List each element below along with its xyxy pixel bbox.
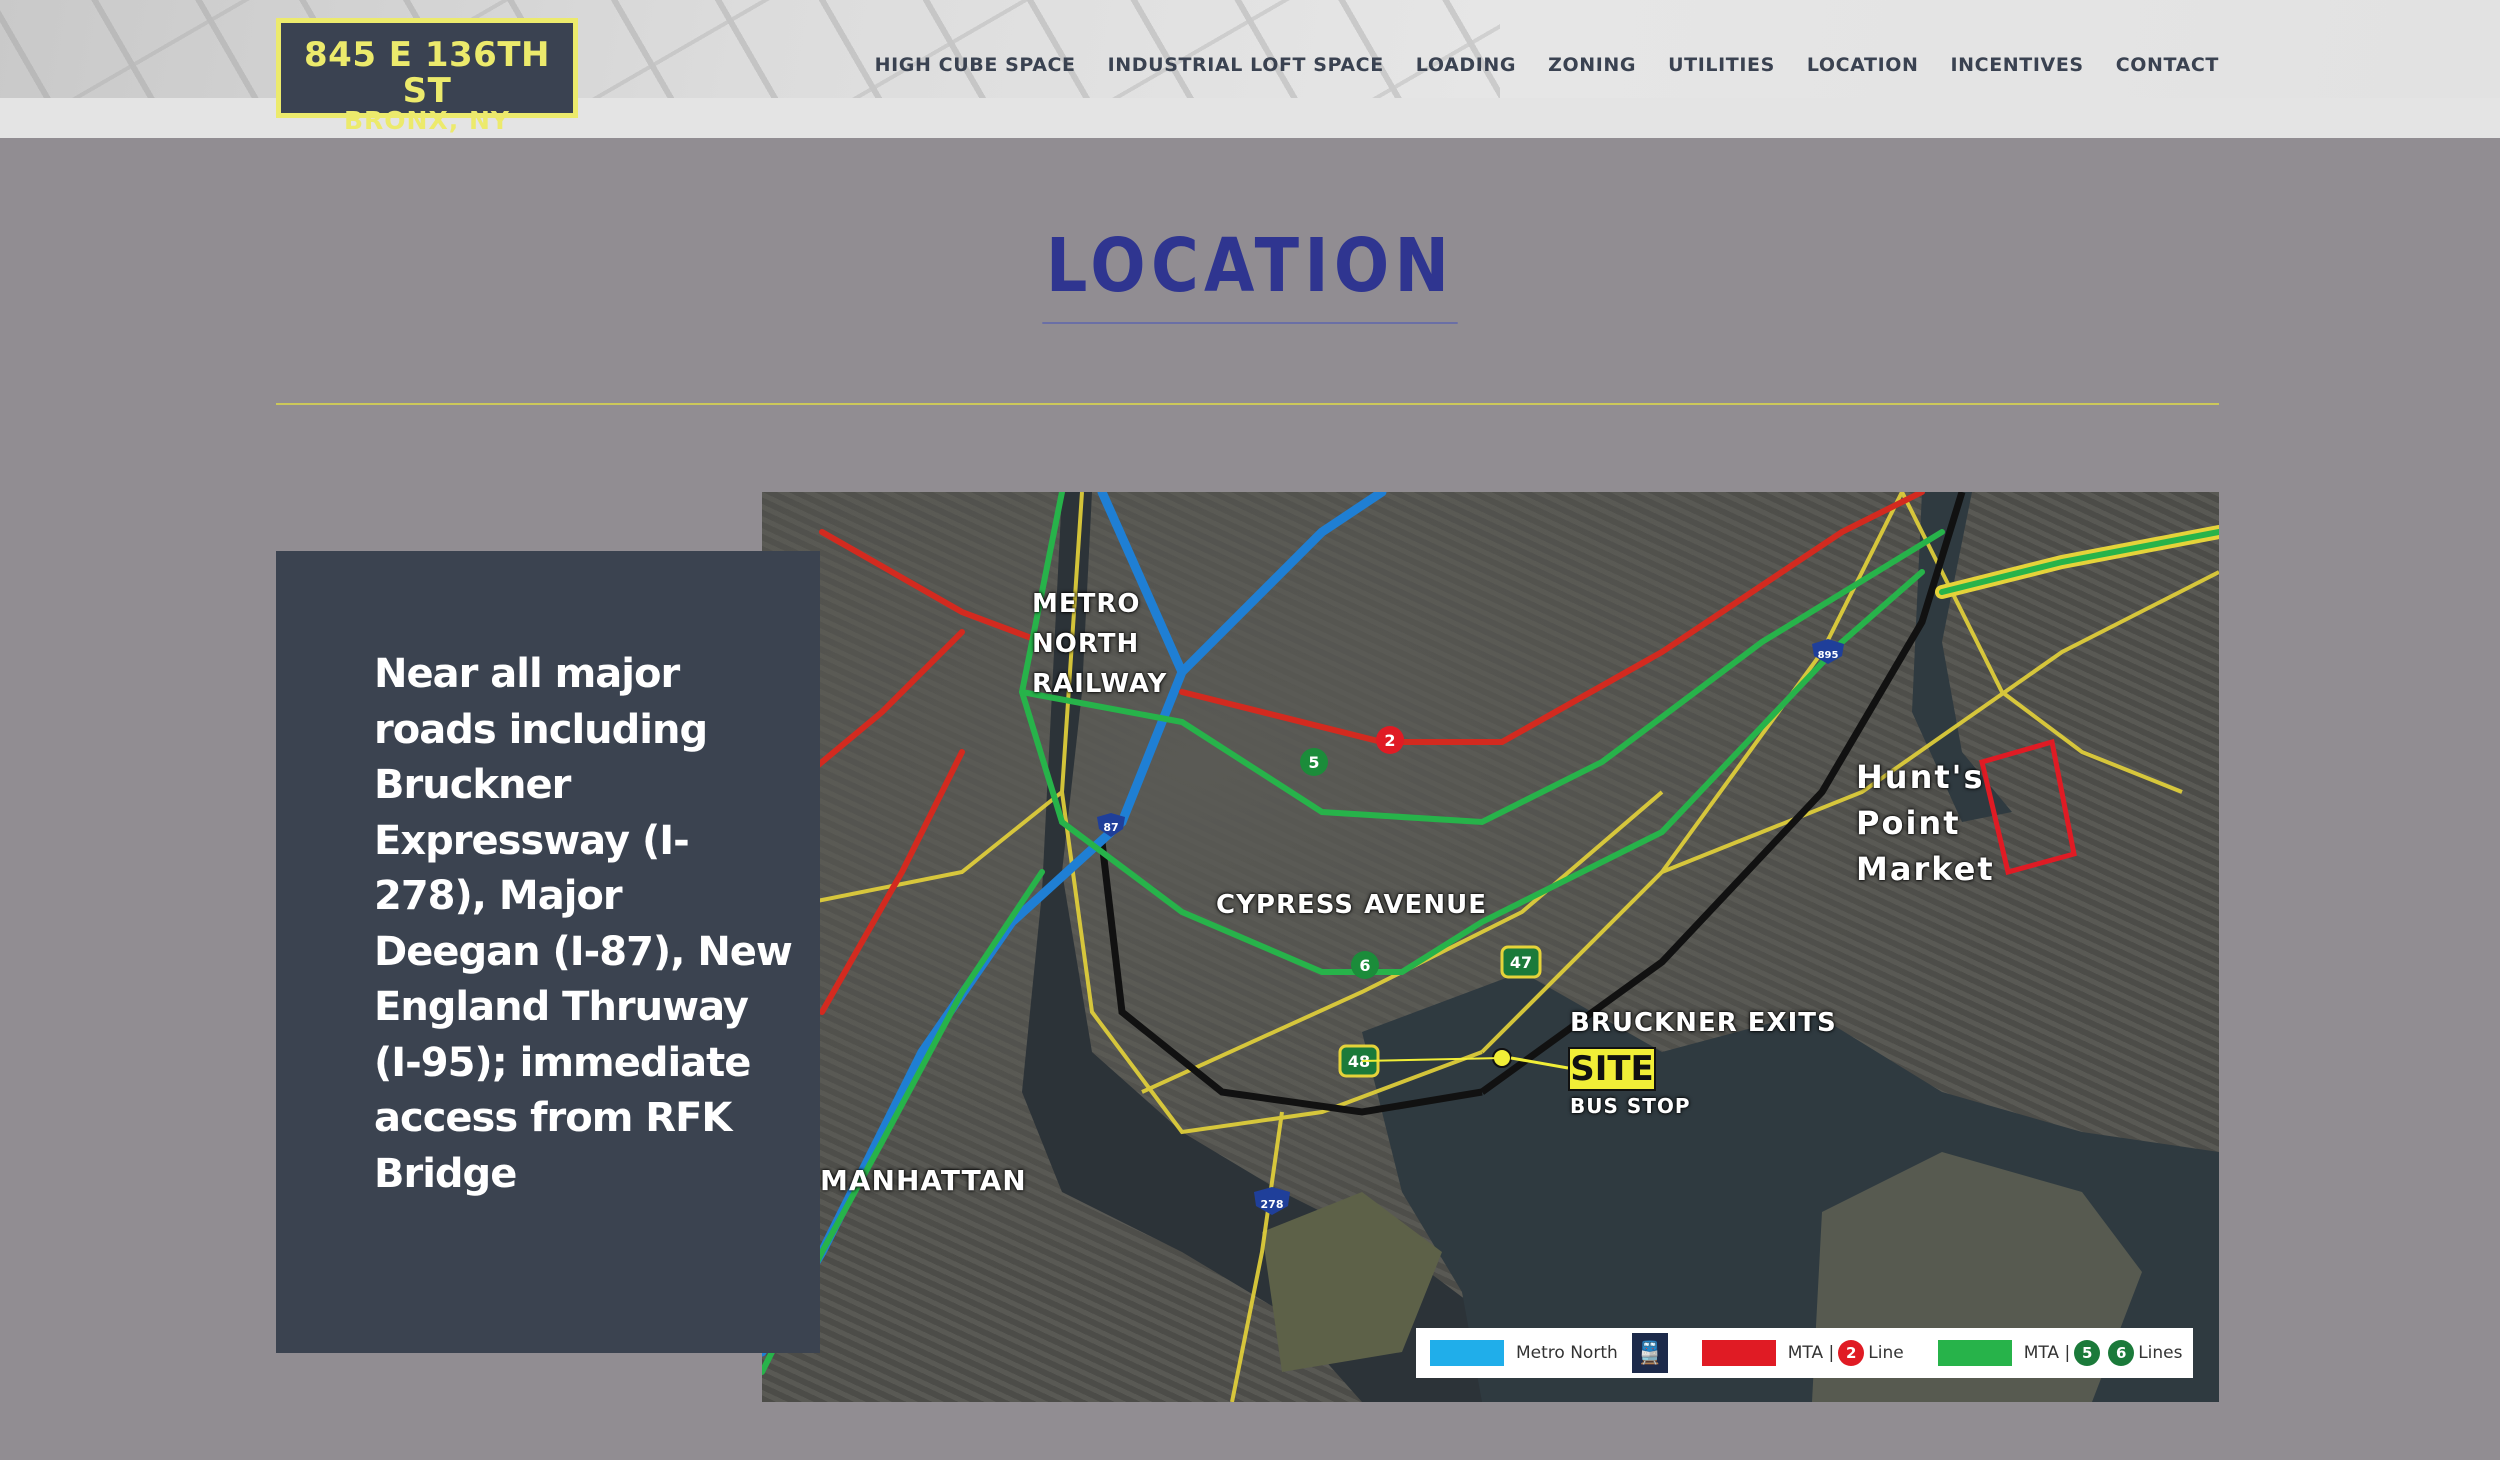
map-graphics: 2 5 6 47 48 87 278 895: [762, 492, 2219, 1402]
metro-north-swatch: [1430, 1340, 1504, 1366]
location-map: 2 5 6 47 48 87 278 895 METRO NORTH RAILW…: [762, 492, 2219, 1402]
nav-high-cube-space[interactable]: HIGH CUBE SPACE: [875, 54, 1076, 76]
nav-contact[interactable]: CONTACT: [2116, 54, 2219, 76]
mta-2-swatch: [1701, 1340, 1776, 1366]
i87-marker: 87: [1103, 821, 1118, 834]
train-icon: 🚆: [1631, 1333, 1668, 1373]
legend-mta-2: MTA | 2 Line: [1698, 1340, 1904, 1366]
legend-metro-north-label: Metro North: [1516, 1343, 1618, 1363]
map-label-manhattan: MANHATTAN: [820, 1164, 1027, 1197]
legend-mta56-prefix: MTA |: [2023, 1343, 2071, 1363]
exit-47-marker: 47: [1510, 953, 1532, 972]
nav-utilities[interactable]: UTILITIES: [1668, 54, 1775, 76]
main-nav: HIGH CUBE SPACE INDUSTRIAL LOFT SPACE LO…: [875, 54, 2219, 76]
map-label-cypress-avenue: CYPRESS AVENUE: [1216, 890, 1487, 920]
i278-marker: 278: [1261, 1198, 1284, 1211]
nav-loading[interactable]: LOADING: [1416, 54, 1516, 76]
section-title-wrap: LOCATION: [0, 224, 2500, 324]
i895-marker: 895: [1818, 650, 1839, 661]
legend-mta2-bullet: 2: [1838, 1340, 1865, 1366]
map-label-hunts-point-market: Hunt's Point Market: [1856, 758, 1995, 888]
map-label-bruckner-exits: BRUCKNER EXITS: [1570, 1008, 1837, 1038]
legend-mta56-suffix: Lines: [2138, 1343, 2183, 1363]
location-description-panel: Near all major roads including Bruckner …: [276, 551, 820, 1353]
route-5-marker: 5: [1308, 753, 1319, 772]
section-divider: [276, 403, 2219, 405]
legend-mta5-bullet: 5: [2074, 1340, 2101, 1366]
logo-city: BRONX, NY: [344, 106, 510, 135]
mta-5-6-swatch: [1937, 1340, 2012, 1366]
location-description: Near all major roads including Bruckner …: [374, 651, 793, 1197]
logo-address: 845 E 136TH ST: [304, 35, 550, 111]
route-2-marker: 2: [1384, 731, 1395, 750]
map-label-bus-stop: BUS STOP: [1570, 1094, 1691, 1118]
page-title: LOCATION: [1042, 224, 1458, 324]
legend-mta6-bullet: 6: [2108, 1340, 2135, 1366]
nav-zoning[interactable]: ZONING: [1548, 54, 1636, 76]
legend-metro-north: Metro North 🚆: [1426, 1333, 1668, 1373]
nav-location[interactable]: LOCATION: [1807, 54, 1919, 76]
legend-mta2-prefix: MTA |: [1787, 1343, 1835, 1363]
nav-incentives[interactable]: INCENTIVES: [1951, 54, 2084, 76]
legend-mta-5-6: MTA | 5 6 Lines: [1934, 1340, 2183, 1366]
nav-industrial-loft-space[interactable]: INDUSTRIAL LOFT SPACE: [1108, 54, 1384, 76]
site-marker: SITE: [1568, 1047, 1656, 1091]
site-logo[interactable]: 845 E 136TH ST BRONX, NY: [276, 18, 578, 135]
route-6-marker: 6: [1359, 956, 1370, 975]
header-background-image: [0, 0, 1500, 98]
legend-mta2-suffix: Line: [1868, 1343, 1904, 1363]
map-label-metro-north: METRO NORTH RAILWAY: [1032, 589, 1168, 699]
map-legend: Metro North 🚆 MTA | 2 Line MTA | 5 6 Lin…: [1416, 1328, 2193, 1378]
